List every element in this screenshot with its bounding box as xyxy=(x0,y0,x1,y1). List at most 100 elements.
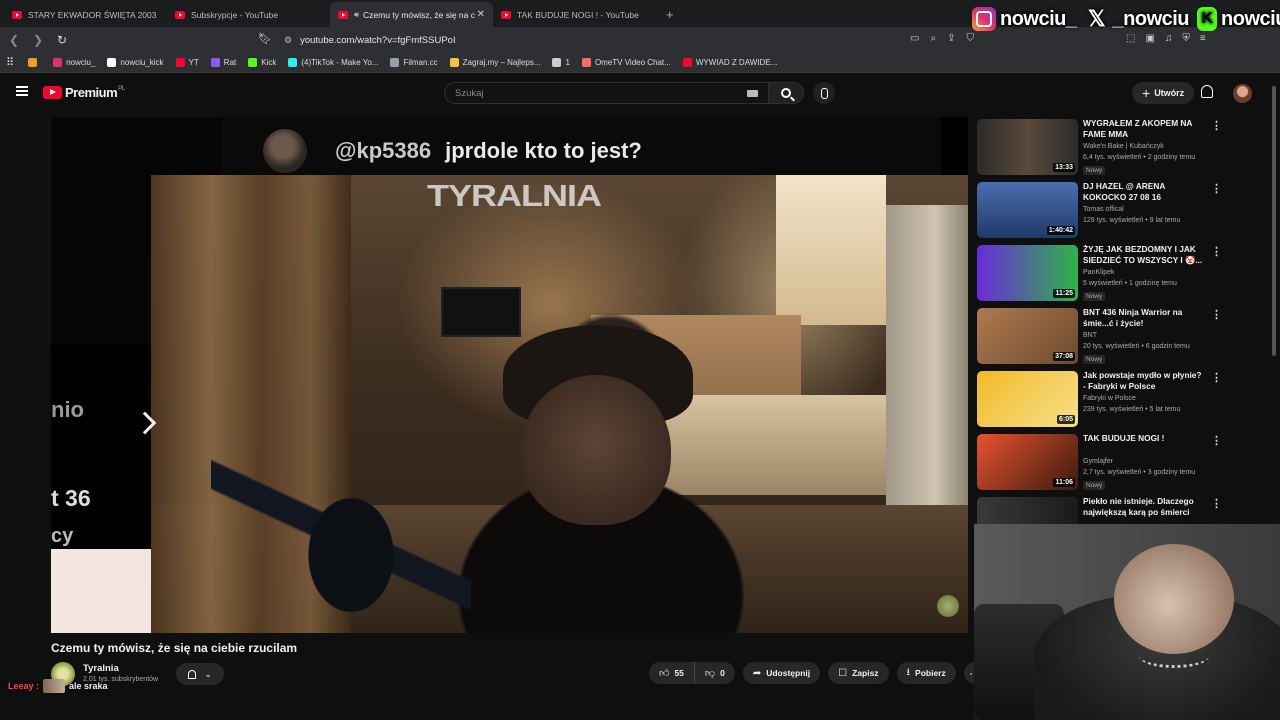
subscription-bell-button[interactable]: ⌄ xyxy=(176,663,224,685)
shield-icon[interactable]: ⛉ xyxy=(966,33,974,44)
youtube-header: Premium PL Szukaj + Utwórz xyxy=(0,74,1280,112)
bookmark-item[interactable]: Zagraj.my – Najleps... xyxy=(449,58,540,67)
dislike-button[interactable]: 👎︎ 0 xyxy=(693,662,735,684)
video-duration: 11:06 xyxy=(1053,478,1075,487)
forward-icon[interactable]: ❯ xyxy=(28,33,48,47)
recommendation-item[interactable]: 1:40:42 DJ HAZEL @ ARENA KOKOCKO 27 08 16… xyxy=(977,180,1277,240)
extensions-icon[interactable]: ⬚ xyxy=(1126,33,1135,44)
bookmark-favicon-icon xyxy=(53,58,63,67)
more-options-icon[interactable]: ⋮ xyxy=(1211,119,1222,132)
recommendation-item[interactable]: 11:06 TAK BUDUJE NOGI ! Gymlajfer 2,7 tys. … xyxy=(977,432,1277,492)
stream-chat-message: Leeay : ale sraka xyxy=(8,679,108,693)
more-options-icon[interactable]: ⋮ xyxy=(1211,245,1222,258)
address-bar[interactable]: ⚙︎ youtube.com/watch?v=fgFmfSSUPoI xyxy=(284,31,984,49)
save-button[interactable]: ☐ Zapisz xyxy=(828,662,889,684)
video-thumbnail[interactable]: 13:33 xyxy=(977,119,1078,175)
bookmark-item[interactable]: WYWIAD Z DAWIDE... xyxy=(682,58,777,67)
webcam-chain xyxy=(1139,644,1209,668)
zoom-icon[interactable]: ⌕ xyxy=(930,33,936,44)
video-duration: 37:08 xyxy=(1053,352,1075,361)
bookmark-item[interactable]: nowciu_ xyxy=(53,58,95,67)
reload-icon[interactable]: ↻ xyxy=(52,33,72,47)
youtube-favicon-icon xyxy=(175,10,185,19)
youtube-favicon-icon xyxy=(338,10,348,19)
new-badge: Nowy xyxy=(1083,166,1106,175)
bookmark-item[interactable]: YT xyxy=(175,58,199,67)
video-duration: 6:05 xyxy=(1056,415,1075,424)
channel-branding-icon[interactable] xyxy=(937,595,959,617)
screen: STARY EKWADOR ŚWIĘTA 2003 Subskrypcje - … xyxy=(0,0,1280,720)
video-thumbnail[interactable]: 11:25 xyxy=(977,245,1078,301)
bookmark-item[interactable]: Rat xyxy=(210,58,236,67)
vpn-icon[interactable]: ⛨ xyxy=(1182,33,1190,44)
account-avatar[interactable] xyxy=(1233,84,1252,103)
new-tab-button[interactable]: + xyxy=(656,2,684,27)
video-thumbnail[interactable]: 37:08 xyxy=(977,308,1078,364)
new-badge: Nowy xyxy=(1083,355,1106,364)
share-icon[interactable]: ⇪ xyxy=(947,33,955,44)
recommendation-title: ŻYJĘ JAK BEZDOMNY I JAK SIEDZIEĆ TO WSZY… xyxy=(1083,244,1203,265)
more-options-icon[interactable]: ⋮ xyxy=(1211,497,1222,510)
recommendation-item[interactable]: 6:05 Jak powstaje mydło w płynie? - Fabry… xyxy=(977,369,1277,429)
search-icon xyxy=(781,88,791,98)
create-button[interactable]: + Utwórz xyxy=(1132,82,1195,104)
page-scrollbar[interactable] xyxy=(1272,86,1276,356)
thumbs-down-icon: 👎︎ xyxy=(704,668,716,679)
like-button[interactable]: 👍︎ 55 xyxy=(649,662,694,684)
folder-icon[interactable] xyxy=(28,58,41,67)
hamburger-menu-icon[interactable] xyxy=(16,86,28,96)
browser-tab-2-active[interactable]: 🔊︎ Czemu ty mówisz, że się na c ✕ xyxy=(330,2,493,27)
video-thumbnail[interactable]: 1:40:42 xyxy=(977,182,1078,238)
bookmark-item[interactable]: Kick xyxy=(248,58,276,67)
recommendation-channel: Fabryki w Polsce xyxy=(1083,395,1136,402)
more-options-icon[interactable]: ⋮ xyxy=(1211,371,1222,384)
recommendation-item[interactable]: 37:08 BNT 436 Ninja Warrior na śmie...ć i… xyxy=(977,306,1277,366)
bookmark-item[interactable]: nowciu_kick xyxy=(107,58,164,67)
video-actions: 👍︎55 👎︎0 ➦Udostępnij ☐Zapisz ⭳Pobierz ⋯ xyxy=(649,662,986,684)
more-options-icon[interactable]: ⋮ xyxy=(1211,434,1222,447)
voice-search-button[interactable] xyxy=(813,82,835,104)
share-button[interactable]: ➦ Udostępnij xyxy=(742,662,821,684)
plus-icon: + xyxy=(1142,85,1151,101)
site-info-icon[interactable]: ⚙︎ xyxy=(284,35,292,46)
bookmark-icon[interactable]: 🔖︎ xyxy=(258,32,272,45)
recommendation-title: WYGRAŁEM Z AKOPEM NA FAME MMA xyxy=(1083,118,1193,139)
download-button[interactable]: ⭳ Pobierz xyxy=(896,662,956,684)
chevron-down-icon: ⌄ xyxy=(204,668,212,679)
more-options-icon[interactable]: ⋮ xyxy=(1211,182,1222,195)
video-duration: 11:25 xyxy=(1053,289,1075,298)
video-thumbnail[interactable]: 6:05 xyxy=(977,371,1078,427)
cast-icon[interactable]: ▭ xyxy=(910,33,919,44)
recommendation-title: DJ HAZEL @ ARENA KOKOCKO 27 08 16 xyxy=(1083,181,1166,202)
speaker-icon[interactable]: 🔊︎ xyxy=(354,10,359,20)
bookmark-item[interactable]: OmeTV Video Chat... xyxy=(581,58,671,67)
recommendation-meta: 6,4 tys. wyświetleń • 2 godziny temu xyxy=(1083,154,1196,161)
youtube-logo[interactable]: Premium PL xyxy=(43,85,125,100)
sidebar-icon[interactable]: ▣ xyxy=(1145,33,1154,44)
back-icon[interactable]: ❮ xyxy=(4,33,24,47)
video-thumbnail[interactable]: 11:06 xyxy=(977,434,1078,490)
bookmark-item[interactable]: 1 xyxy=(552,58,570,67)
channel-name[interactable]: Tyralnia xyxy=(83,663,119,674)
browser-tab-1[interactable]: Subskrypcje - YouTube xyxy=(167,2,330,27)
channel-watermark: TYRALNIA xyxy=(427,178,602,213)
search-input[interactable]: Szukaj xyxy=(444,82,769,104)
browser-tab-3[interactable]: TAK BUDUJE NOGI ! - YouTube xyxy=(493,2,656,27)
bookmark-favicon-icon xyxy=(449,58,459,67)
notifications-bell-icon[interactable] xyxy=(1201,85,1213,98)
keyboard-icon[interactable] xyxy=(747,90,758,97)
social-overlay: nowciu_ 𝕏_nowciu Knowciu xyxy=(972,4,1280,34)
more-options-icon[interactable]: ⋮ xyxy=(1211,308,1222,321)
video-player[interactable]: @kp5386 jprdole kto to jest? nio t 36 cy… xyxy=(51,117,968,633)
recommendation-item[interactable]: 11:25 ŻYJĘ JAK BEZDOMNY I JAK SIEDZIEĆ TO… xyxy=(977,243,1277,303)
recommendation-item[interactable]: 13:33 WYGRAŁEM Z AKOPEM NA FAME MMA Wake'n… xyxy=(977,117,1277,177)
bookmarks-bar: ⠿ nowciu_ nowciu_kick YT Rat Kick (4)TikTok -… xyxy=(0,53,1280,73)
music-icon[interactable]: ♫ xyxy=(1165,33,1173,44)
search-button[interactable] xyxy=(768,82,804,104)
menu-icon[interactable]: ≡ xyxy=(1200,33,1206,44)
bookmark-item[interactable]: Filman.cc xyxy=(390,58,438,67)
tab-close-icon[interactable]: ✕ xyxy=(477,9,485,20)
bookmark-item[interactable]: (4)TikTok - Make Yo... xyxy=(288,58,378,67)
apps-icon[interactable]: ⠿ xyxy=(6,56,14,69)
browser-tab-0[interactable]: STARY EKWADOR ŚWIĘTA 2003 xyxy=(4,2,167,27)
